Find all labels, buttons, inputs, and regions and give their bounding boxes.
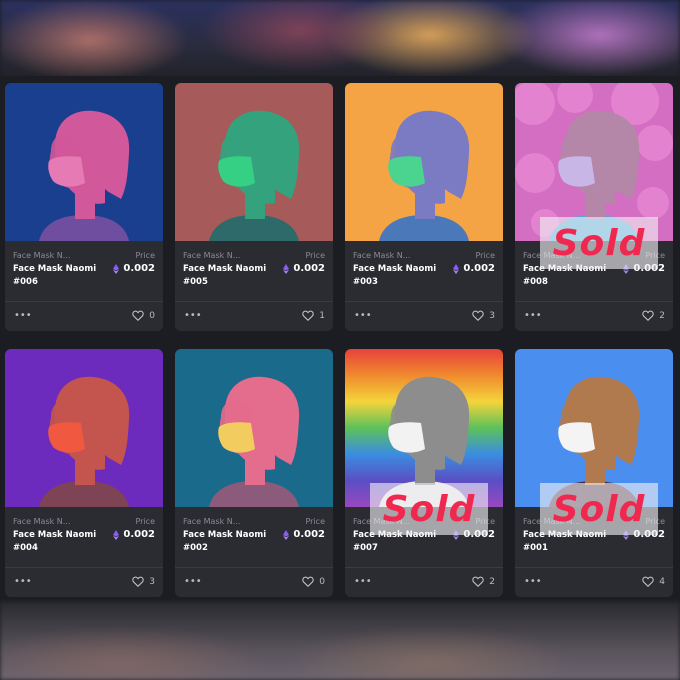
price-label: Price: [305, 517, 325, 526]
nft-card[interactable]: Face Mask N... Price Face Mask Naomi #00…: [515, 83, 673, 331]
like-button[interactable]: 0: [132, 310, 155, 321]
price-value: 0.002: [463, 263, 495, 274]
nft-card[interactable]: Face Mask N... Price Face Mask Naomi #00…: [5, 83, 163, 331]
price-value: 0.002: [123, 263, 155, 274]
price-label: Price: [475, 251, 495, 260]
card-footer: ••• 1: [175, 301, 333, 331]
nft-price: 0.002: [453, 263, 495, 274]
more-options-icon[interactable]: •••: [524, 576, 542, 587]
sold-overlay: Sold: [370, 483, 488, 535]
card-info: Face Mask N... Price Face Mask Naomi #00…: [175, 507, 333, 567]
heart-icon: [132, 576, 144, 587]
nft-grid: Face Mask N... Price Face Mask Naomi #00…: [0, 76, 680, 604]
like-count: 4: [659, 576, 665, 587]
like-count: 3: [489, 310, 495, 321]
sold-overlay: Sold: [540, 217, 658, 269]
nft-name[interactable]: Face Mask Naomi #006: [13, 263, 103, 289]
more-options-icon[interactable]: •••: [354, 576, 372, 587]
card-footer: ••• 4: [515, 567, 673, 597]
flower-blob: [637, 125, 673, 161]
card-info: Face Mask N... Price Face Mask Naomi #00…: [175, 241, 333, 301]
card-footer: ••• 3: [345, 301, 503, 331]
more-options-icon[interactable]: •••: [184, 310, 202, 321]
like-count: 0: [149, 310, 155, 321]
heart-icon: [472, 576, 484, 587]
blurred-background-top: [0, 0, 680, 80]
price-label: Price: [135, 251, 155, 260]
flower-blob: [637, 187, 669, 219]
card-footer: ••• 3: [5, 567, 163, 597]
card-info: Face Mask N... Price Face Mask Naomi #00…: [5, 507, 163, 567]
nft-card[interactable]: Face Mask N... Price Face Mask Naomi #00…: [175, 349, 333, 597]
heart-icon: [302, 310, 314, 321]
nft-artwork[interactable]: [5, 349, 163, 507]
like-button[interactable]: 1: [302, 310, 325, 321]
heart-icon: [132, 310, 144, 321]
like-count: 2: [489, 576, 495, 587]
collection-name[interactable]: Face Mask N...: [353, 251, 410, 260]
ethereum-icon: [113, 529, 120, 540]
heart-icon: [642, 576, 654, 587]
like-button[interactable]: 3: [472, 310, 495, 321]
nft-price: 0.002: [113, 263, 155, 274]
nft-card[interactable]: Face Mask N... Price Face Mask Naomi #00…: [345, 349, 503, 597]
card-footer: ••• 0: [175, 567, 333, 597]
ethereum-icon: [283, 263, 290, 274]
blurred-background-bottom: [0, 602, 680, 680]
more-options-icon[interactable]: •••: [524, 310, 542, 321]
card-footer: ••• 2: [345, 567, 503, 597]
like-button[interactable]: 2: [472, 576, 495, 587]
more-options-icon[interactable]: •••: [14, 310, 32, 321]
like-count: 0: [319, 576, 325, 587]
nft-artwork[interactable]: [175, 83, 333, 241]
nft-artwork[interactable]: [5, 83, 163, 241]
like-button[interactable]: 2: [642, 310, 665, 321]
ethereum-icon: [113, 263, 120, 274]
price-value: 0.002: [293, 263, 325, 274]
ethereum-icon: [283, 529, 290, 540]
like-button[interactable]: 0: [302, 576, 325, 587]
nft-name[interactable]: Face Mask Naomi #002: [183, 529, 273, 555]
nft-artwork[interactable]: [175, 349, 333, 507]
nft-name[interactable]: Face Mask Naomi #005: [183, 263, 273, 289]
collection-name[interactable]: Face Mask N...: [13, 517, 70, 526]
collection-name[interactable]: Face Mask N...: [13, 251, 70, 260]
nft-price: 0.002: [113, 529, 155, 540]
more-options-icon[interactable]: •••: [184, 576, 202, 587]
nft-card[interactable]: Face Mask N... Price Face Mask Naomi #00…: [345, 83, 503, 331]
flower-blob: [515, 153, 555, 193]
heart-icon: [302, 576, 314, 587]
nft-artwork[interactable]: [345, 83, 503, 241]
nft-price: 0.002: [283, 263, 325, 274]
heart-icon: [472, 310, 484, 321]
like-count: 3: [149, 576, 155, 587]
heart-icon: [642, 310, 654, 321]
nft-card[interactable]: Face Mask N... Price Face Mask Naomi #00…: [175, 83, 333, 331]
nft-card[interactable]: Face Mask N... Price Face Mask Naomi #00…: [515, 349, 673, 597]
card-info: Face Mask N... Price Face Mask Naomi #00…: [5, 241, 163, 301]
card-info: Face Mask N... Price Face Mask Naomi #00…: [345, 241, 503, 301]
collection-name[interactable]: Face Mask N...: [183, 517, 240, 526]
like-button[interactable]: 3: [132, 576, 155, 587]
nft-card[interactable]: Face Mask N... Price Face Mask Naomi #00…: [5, 349, 163, 597]
collection-name[interactable]: Face Mask N...: [183, 251, 240, 260]
price-value: 0.002: [123, 529, 155, 540]
nft-name[interactable]: Face Mask Naomi #004: [13, 529, 103, 555]
sold-overlay: Sold: [540, 483, 658, 535]
nft-name[interactable]: Face Mask Naomi #003: [353, 263, 443, 289]
card-footer: ••• 0: [5, 301, 163, 331]
price-label: Price: [305, 251, 325, 260]
more-options-icon[interactable]: •••: [354, 310, 372, 321]
price-value: 0.002: [293, 529, 325, 540]
ethereum-icon: [453, 263, 460, 274]
price-label: Price: [135, 517, 155, 526]
nft-price: 0.002: [283, 529, 325, 540]
like-count: 1: [319, 310, 325, 321]
more-options-icon[interactable]: •••: [14, 576, 32, 587]
card-footer: ••• 2: [515, 301, 673, 331]
like-button[interactable]: 4: [642, 576, 665, 587]
like-count: 2: [659, 310, 665, 321]
